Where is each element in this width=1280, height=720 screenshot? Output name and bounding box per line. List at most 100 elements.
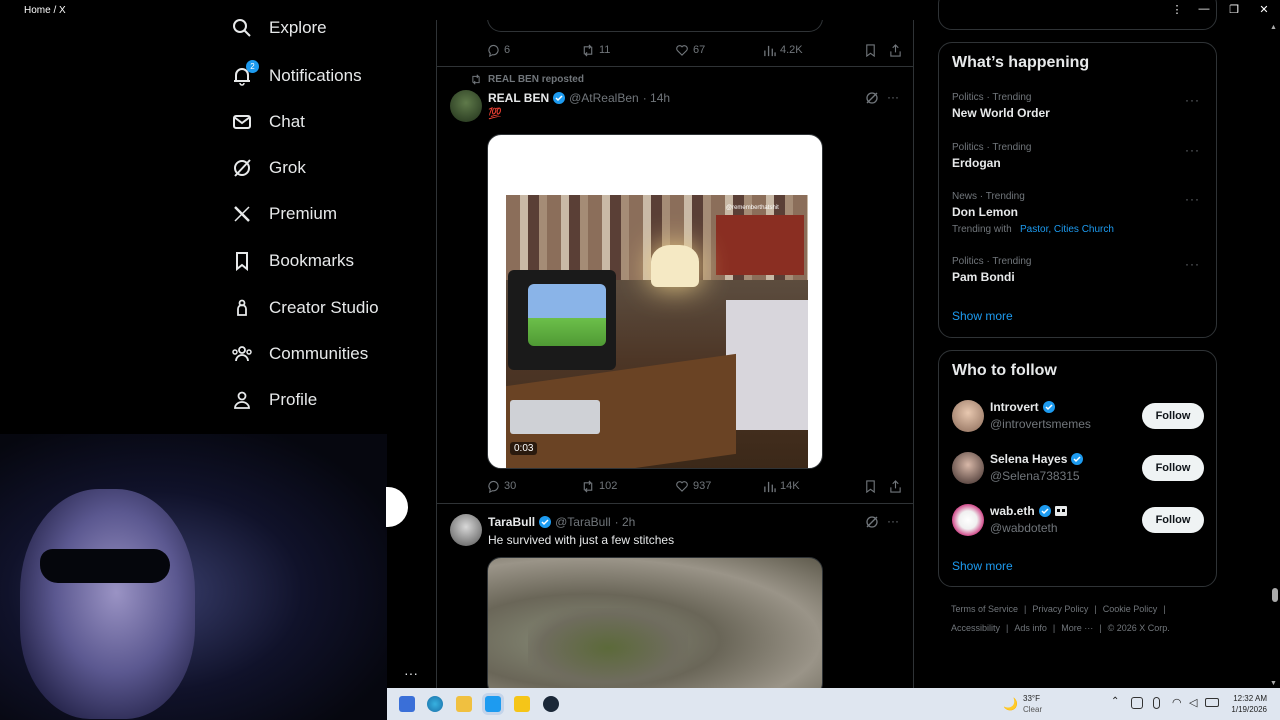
volume-icon[interactable]: ◁ (1189, 696, 1197, 709)
bookmark-icon[interactable] (864, 43, 877, 57)
views-icon (764, 45, 776, 56)
views-button[interactable]: 14K (763, 480, 863, 493)
like-button[interactable]: 67 (675, 44, 763, 57)
scroll-down-arrow-icon[interactable]: ▼ (1270, 680, 1277, 687)
nav-item-grok[interactable]: Grok (230, 148, 306, 188)
user-handle: @wabdoteth (990, 521, 1058, 535)
puzzle-app-icon[interactable] (514, 696, 530, 712)
scrollbar-thumb[interactable] (1272, 588, 1278, 602)
timeline: 6 11 67 4.2K REAL BEN reposted REAL BEN (436, 20, 914, 688)
steam-icon[interactable] (543, 696, 559, 712)
video-caption: We didn’t know how good we had it. (506, 141, 777, 191)
nav-item-creator-studio[interactable]: Creator Studio (230, 288, 379, 328)
scroll-up-arrow-icon[interactable]: ▲ (1270, 24, 1277, 31)
heart-icon (676, 480, 688, 492)
show-more-link[interactable]: Show more (952, 309, 1013, 323)
share-icon[interactable] (889, 479, 902, 493)
author-handle[interactable]: @TaraBull (555, 515, 611, 529)
footer-link-more[interactable]: More ··· (1061, 623, 1093, 633)
edge-browser-icon[interactable] (427, 696, 443, 712)
post-video[interactable] (487, 557, 823, 688)
maximize-icon[interactable]: ❐ (1227, 3, 1241, 16)
views-count: 4.2K (780, 44, 803, 56)
floating-button[interactable] (386, 487, 408, 527)
file-explorer-icon[interactable] (456, 696, 472, 712)
nav-item-notifications[interactable]: 2 Notifications (230, 56, 362, 96)
nav-label: Communities (269, 344, 369, 363)
panel-title: Who to follow (952, 362, 1057, 379)
follow-button[interactable]: Follow (1142, 403, 1204, 429)
bookmark-icon[interactable] (864, 479, 877, 493)
nav-item-explore[interactable]: Explore (230, 8, 327, 48)
more-options-icon[interactable]: ··· (1185, 192, 1200, 206)
nav-item-profile[interactable]: Profile (230, 380, 317, 420)
repost-button[interactable]: 102 (581, 480, 675, 493)
footer-link-privacy[interactable]: Privacy Policy (1032, 604, 1088, 614)
post-header: TaraBull @TaraBull · 2h (488, 515, 635, 529)
footer-link-terms[interactable]: Terms of Service (951, 604, 1018, 614)
window-title: Home / X (24, 5, 66, 16)
microphone-icon[interactable] (1153, 697, 1160, 709)
more-options-icon[interactable]: ··· (887, 514, 899, 528)
footer-link-cookies[interactable]: Cookie Policy (1103, 604, 1158, 614)
repost-button[interactable]: 11 (581, 44, 675, 57)
post-time[interactable]: · 2h (615, 515, 636, 529)
trending-with-link[interactable]: Pastor, Cities Church (1020, 224, 1114, 235)
reply-button[interactable]: 6 (487, 44, 581, 57)
close-icon[interactable]: ✕ (1257, 3, 1271, 16)
like-button[interactable]: 937 (675, 480, 763, 493)
prev-post-media[interactable] (487, 20, 823, 32)
wifi-icon[interactable]: ◠ (1172, 696, 1182, 709)
avatar[interactable] (450, 514, 482, 546)
more-options-icon[interactable]: ··· (1185, 143, 1200, 157)
nav-item-communities[interactable]: Communities (230, 334, 368, 374)
post-time[interactable]: · 14h (643, 91, 670, 105)
author-name[interactable]: TaraBull (488, 515, 535, 529)
tray-chevron-icon[interactable]: ⌃ (1111, 696, 1119, 707)
views-button[interactable]: 4.2K (763, 44, 863, 57)
grok-icon[interactable] (865, 515, 879, 529)
more-options-icon[interactable]: ··· (1185, 257, 1200, 271)
user-name-row: Introvert (990, 400, 1055, 414)
nav-item-premium[interactable]: Premium (230, 194, 337, 234)
show-more-link[interactable]: Show more (952, 559, 1013, 573)
follow-button[interactable]: Follow (1142, 507, 1204, 533)
more-options-icon[interactable]: ··· (887, 90, 899, 104)
weather-moon-icon[interactable]: 🌙 (1003, 697, 1018, 711)
battery-icon[interactable] (1205, 698, 1219, 707)
calculator-icon[interactable] (399, 696, 415, 712)
avatar[interactable] (952, 400, 984, 432)
post-text: 💯 (488, 108, 502, 120)
post-video[interactable]: We didn’t know how good we had it. @reme… (487, 134, 823, 469)
share-icon[interactable] (889, 43, 902, 57)
panel-title: What’s happening (952, 54, 1090, 71)
clock-date[interactable]: 1/19/2026 (1227, 705, 1267, 714)
nav-item-chat[interactable]: Chat (230, 102, 305, 142)
footer-link-accessibility[interactable]: Accessibility (951, 623, 1000, 633)
nav-item-bookmarks[interactable]: Bookmarks (230, 241, 354, 281)
communities-icon (230, 342, 254, 366)
author-handle[interactable]: @AtRealBen (569, 91, 639, 105)
sync-icon[interactable] (1131, 697, 1143, 709)
video-watermark: @rememberthatshit (726, 205, 779, 211)
post1-actions: 30 102 937 14K (487, 476, 902, 496)
avatar[interactable] (952, 504, 984, 536)
more-options-icon[interactable]: ··· (1185, 93, 1200, 107)
search-icon (230, 16, 254, 40)
clock-time[interactable]: 12:32 AM (1233, 694, 1267, 703)
post-text: He survived with just a few stitches (488, 533, 675, 547)
avatar[interactable] (450, 90, 482, 122)
twitter-app-icon[interactable] (485, 696, 501, 712)
reply-button[interactable]: 30 (487, 480, 581, 493)
user-name: Selena Hayes (990, 452, 1068, 466)
avatar[interactable] (952, 452, 984, 484)
search-panel-bottom (938, 0, 1217, 30)
follow-button[interactable]: Follow (1142, 455, 1204, 481)
footer-links-row-1: Terms of Service | Privacy Policy | Cookie… (951, 604, 1166, 614)
grok-icon[interactable] (865, 91, 879, 105)
author-name[interactable]: REAL BEN (488, 91, 549, 105)
notification-badge: 2 (246, 60, 259, 73)
nav-more-icon[interactable]: ··· (404, 665, 418, 681)
poster (716, 215, 804, 275)
footer-link-ads-info[interactable]: Ads info (1014, 623, 1047, 633)
